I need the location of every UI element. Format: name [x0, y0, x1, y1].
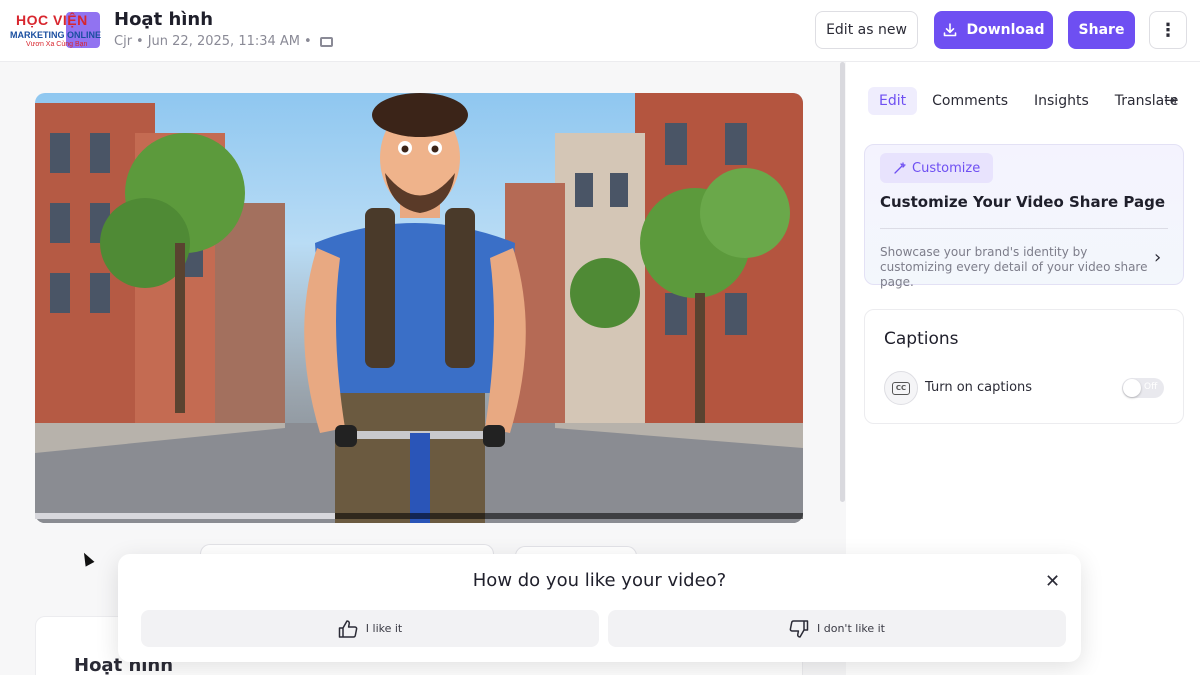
captions-toggle[interactable]: Off: [1122, 378, 1164, 398]
film-icon: [319, 36, 333, 47]
mouse-cursor: [79, 550, 95, 567]
magic-wand-icon: [894, 161, 906, 174]
captions-card: [864, 309, 1184, 424]
download-icon: [944, 23, 957, 37]
customize-title: Customize Your Video Share Page: [880, 193, 1166, 211]
toggle-knob: [1123, 379, 1141, 397]
like-button[interactable]: I like it: [141, 610, 599, 647]
created-date: Jun 22, 2025, 11:34 AM: [147, 34, 301, 49]
download-label: Download: [966, 22, 1045, 38]
dislike-label: I don't like it: [817, 622, 885, 635]
customize-description: Showcase your brand's identity by custom…: [880, 245, 1148, 289]
meta-dot: •: [136, 34, 144, 49]
captions-toggle-label: Turn on captions: [925, 380, 1033, 395]
video-frame: [35, 93, 803, 523]
side-panel-tabs: Edit Comments Insights Translate: [868, 86, 1193, 116]
author-name: Cjr: [114, 34, 133, 49]
share-button[interactable]: Share: [1068, 11, 1135, 49]
video-progress-fill: [35, 513, 335, 519]
chevron-right-icon[interactable]: ›: [1154, 247, 1161, 268]
video-meta: Cjr • Jun 22, 2025, 11:34 AM •: [114, 34, 333, 49]
logo-line-2: MARKETING ONLINE: [10, 30, 101, 40]
logo-line-3: Vươn Xa Cùng Bạn: [26, 41, 88, 48]
download-button[interactable]: Download: [934, 11, 1053, 49]
brand-logo: HỌC VIỆN MARKETING ONLINE Vươn Xa Cùng B…: [10, 10, 106, 52]
video-title[interactable]: Hoạt hình: [114, 9, 213, 30]
feedback-question: How do you like your video?: [472, 570, 727, 591]
toggle-state-text: Off: [1144, 382, 1158, 392]
video-progress-bar[interactable]: [35, 513, 803, 519]
tab-comments[interactable]: Comments: [921, 87, 1019, 115]
video-player[interactable]: [35, 93, 803, 523]
close-icon[interactable]: ✕: [1045, 571, 1060, 592]
customize-divider: [880, 228, 1168, 229]
closed-captions-icon: CC: [884, 371, 918, 405]
more-vertical-icon: ⋮: [1159, 19, 1177, 41]
edit-as-new-button[interactable]: Edit as new: [815, 11, 918, 49]
logo-line-1: HỌC VIỆN: [16, 12, 88, 28]
tab-insights[interactable]: Insights: [1023, 87, 1100, 115]
tab-edit[interactable]: Edit: [868, 87, 918, 115]
meta-dot: •: [304, 34, 312, 49]
more-options-button[interactable]: ⋮: [1149, 11, 1187, 49]
dislike-button[interactable]: I don't like it: [608, 610, 1066, 647]
main-scrollbar[interactable]: [840, 62, 845, 502]
captions-title: Captions: [884, 329, 959, 349]
top-bar: HỌC VIỆN MARKETING ONLINE Vươn Xa Cùng B…: [0, 0, 1200, 62]
thumbs-down-icon: [789, 619, 809, 638]
thumbs-up-icon: [338, 619, 358, 638]
collapse-panel-icon[interactable]: ⇥: [1164, 91, 1177, 109]
like-label: I like it: [365, 622, 403, 635]
customize-badge: Customize: [880, 153, 994, 183]
customize-badge-label: Customize: [912, 160, 981, 176]
